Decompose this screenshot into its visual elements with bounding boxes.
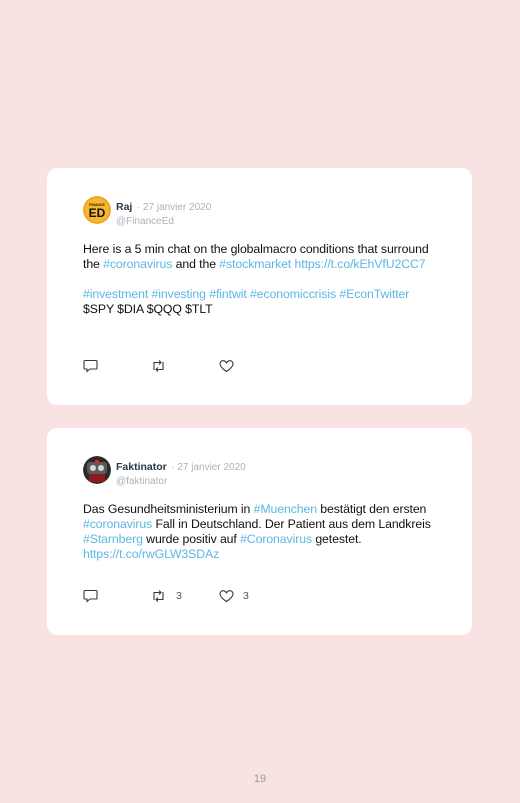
hashtag-link[interactable]: #fintwit: [209, 287, 247, 301]
like-icon: [219, 590, 234, 603]
hashtag-link[interactable]: #coronavirus: [83, 517, 152, 531]
tweet-text: Das Gesundheitsministerium in #Muenchen …: [83, 502, 442, 562]
tweet-date: · 27 janvier 2020: [171, 462, 246, 473]
tweet-card: FINANCE ED Raj · 27 janvier 2020 @Financ…: [47, 168, 472, 405]
tweet-text-segment: bestätigt den ersten: [316, 502, 427, 516]
avatar-image: [83, 456, 111, 484]
tweet-text-segment: wurde positiv auf: [142, 532, 241, 546]
avatar[interactable]: FINANCE ED: [83, 196, 111, 224]
retweet-button[interactable]: 3: [150, 589, 182, 603]
tweet-url-link[interactable]: https://t.co/rwGLW3SDAz: [83, 547, 219, 561]
author-name[interactable]: Faktinator: [116, 461, 167, 473]
hashtag-link[interactable]: #EconTwitter: [339, 287, 409, 301]
author-handle[interactable]: @faktinator: [116, 476, 246, 487]
like-count: 3: [243, 590, 249, 602]
retweet-icon: [153, 590, 164, 602]
page-number: 19: [253, 773, 267, 785]
like-button[interactable]: [219, 359, 243, 373]
avatar[interactable]: [83, 456, 111, 484]
retweet-button[interactable]: [150, 359, 176, 373]
tweet-card: Faktinator · 27 janvier 2020 @faktinator…: [47, 428, 472, 635]
like-button[interactable]: 3: [219, 589, 249, 603]
hashtag-link[interactable]: #economiccrisis: [250, 287, 336, 301]
like-icon: [219, 360, 234, 373]
tweet-text: Here is a 5 min chat on the globalmacro …: [83, 242, 442, 317]
hashtag-link[interactable]: #investment: [83, 287, 148, 301]
hashtag-link[interactable]: #stockmarket: [219, 257, 291, 271]
reply-icon: [83, 359, 98, 373]
tweet-text-segment: Das Gesundheitsministerium in: [83, 502, 254, 516]
tweet-date: · 27 janvier 2020: [136, 202, 212, 213]
tweet-url-link[interactable]: https://t.co/kEhVfU2CC7: [295, 257, 426, 271]
tweet-text-segment: $SPY $DIA $QQQ $TLT: [83, 302, 213, 316]
author-handle[interactable]: @FinanceEd: [116, 216, 211, 227]
retweet-count: 3: [176, 590, 182, 602]
tweet-text-segment: Fall in Deutschland. Der Patient aus dem…: [152, 517, 431, 531]
hashtag-link[interactable]: #Coronavirus: [240, 532, 312, 546]
tweet-text-segment: getestet.: [312, 532, 362, 546]
reply-button[interactable]: [83, 589, 98, 603]
hashtag-link[interactable]: #Muenchen: [254, 502, 317, 516]
author-name[interactable]: Raj: [116, 201, 132, 213]
hashtag-link[interactable]: #investing: [152, 287, 206, 301]
tweet-text-segment: and the: [172, 257, 220, 271]
reply-icon: [83, 589, 98, 603]
finance-ed-logo: FINANCE ED: [83, 196, 111, 224]
svg-text:ED: ED: [89, 206, 106, 220]
hashtag-link[interactable]: #Starnberg: [83, 532, 143, 546]
reply-button[interactable]: [83, 359, 98, 373]
retweet-icon: [153, 360, 164, 372]
hashtag-link[interactable]: #coronavirus: [103, 257, 172, 271]
